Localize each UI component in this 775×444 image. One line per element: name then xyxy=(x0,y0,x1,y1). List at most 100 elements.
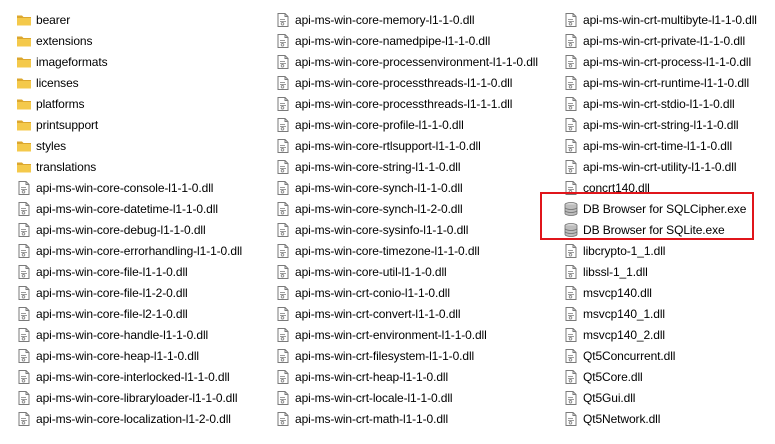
file-item-api-ms-win-core-string-l1-1-0-dll[interactable]: api-ms-win-core-string-l1-1-0.dll xyxy=(275,156,555,177)
dll-file-icon xyxy=(275,159,291,175)
dll-file-icon xyxy=(16,306,32,322)
file-item-api-ms-win-crt-private-l1-1-0-dll[interactable]: api-ms-win-crt-private-l1-1-0.dll xyxy=(563,30,773,51)
file-item-api-ms-win-crt-stdio-l1-1-0-dll[interactable]: api-ms-win-crt-stdio-l1-1-0.dll xyxy=(563,93,773,114)
file-item-imageformats[interactable]: imageformats xyxy=(16,51,266,72)
file-item-label: api-ms-win-core-datetime-l1-1-0.dll xyxy=(36,201,218,216)
file-item-api-ms-win-crt-environment-l1-1-0-dll[interactable]: api-ms-win-crt-environment-l1-1-0.dll xyxy=(275,324,555,345)
file-item-api-ms-win-core-processthreads-l1-1-1-dll[interactable]: api-ms-win-core-processthreads-l1-1-1.dl… xyxy=(275,93,555,114)
file-item-api-ms-win-core-interlocked-l1-1-0-dll[interactable]: api-ms-win-core-interlocked-l1-1-0.dll xyxy=(16,366,266,387)
file-item-label: licenses xyxy=(36,75,79,90)
file-item-api-ms-win-core-rtlsupport-l1-1-0-dll[interactable]: api-ms-win-core-rtlsupport-l1-1-0.dll xyxy=(275,135,555,156)
file-item-qt5gui-dll[interactable]: Qt5Gui.dll xyxy=(563,387,773,408)
file-item-label: api-ms-win-core-sysinfo-l1-1-0.dll xyxy=(295,222,469,237)
file-item-api-ms-win-crt-string-l1-1-0-dll[interactable]: api-ms-win-crt-string-l1-1-0.dll xyxy=(563,114,773,135)
dll-file-icon xyxy=(16,348,32,364)
file-item-styles[interactable]: styles xyxy=(16,135,266,156)
file-item-api-ms-win-crt-locale-l1-1-0-dll[interactable]: api-ms-win-crt-locale-l1-1-0.dll xyxy=(275,387,555,408)
file-item-label: api-ms-win-core-profile-l1-1-0.dll xyxy=(295,117,464,132)
file-item-label: api-ms-win-core-heap-l1-1-0.dll xyxy=(36,348,199,363)
file-item-label: api-ms-win-crt-utility-l1-1-0.dll xyxy=(583,159,737,174)
file-item-qt5concurrent-dll[interactable]: Qt5Concurrent.dll xyxy=(563,345,773,366)
file-item-label: api-ms-win-core-rtlsupport-l1-1-0.dll xyxy=(295,138,481,153)
file-item-api-ms-win-crt-conio-l1-1-0-dll[interactable]: api-ms-win-crt-conio-l1-1-0.dll xyxy=(275,282,555,303)
dll-file-icon xyxy=(16,201,32,217)
dll-file-icon xyxy=(563,369,579,385)
file-item-api-ms-win-crt-heap-l1-1-0-dll[interactable]: api-ms-win-crt-heap-l1-1-0.dll xyxy=(275,366,555,387)
file-item-label: api-ms-win-crt-environment-l1-1-0.dll xyxy=(295,327,487,342)
file-item-api-ms-win-core-console-l1-1-0-dll[interactable]: api-ms-win-core-console-l1-1-0.dll xyxy=(16,177,266,198)
file-item-api-ms-win-core-file-l1-2-0-dll[interactable]: api-ms-win-core-file-l1-2-0.dll xyxy=(16,282,266,303)
file-item-label: api-ms-win-crt-string-l1-1-0.dll xyxy=(583,117,739,132)
file-column-1: bearer extensions imageformats licenses plat… xyxy=(16,9,266,429)
file-item-api-ms-win-crt-runtime-l1-1-0-dll[interactable]: api-ms-win-crt-runtime-l1-1-0.dll xyxy=(563,72,773,93)
file-item-msvcp140-2-dll[interactable]: msvcp140_2.dll xyxy=(563,324,773,345)
dll-file-icon xyxy=(275,222,291,238)
file-item-api-ms-win-crt-utility-l1-1-0-dll[interactable]: api-ms-win-crt-utility-l1-1-0.dll xyxy=(563,156,773,177)
file-item-printsupport[interactable]: printsupport xyxy=(16,114,266,135)
file-item-label: api-ms-win-crt-private-l1-1-0.dll xyxy=(583,33,746,48)
file-item-libssl-1-1-dll[interactable]: libssl-1_1.dll xyxy=(563,261,773,282)
file-item-translations[interactable]: translations xyxy=(16,156,266,177)
file-item-api-ms-win-core-file-l1-1-0-dll[interactable]: api-ms-win-core-file-l1-1-0.dll xyxy=(16,261,266,282)
folder-icon xyxy=(16,96,32,112)
file-item-qt5core-dll[interactable]: Qt5Core.dll xyxy=(563,366,773,387)
dll-file-icon xyxy=(275,201,291,217)
file-item-platforms[interactable]: platforms xyxy=(16,93,266,114)
file-item-label: api-ms-win-core-timezone-l1-1-0.dll xyxy=(295,243,480,258)
file-item-api-ms-win-core-synch-l1-1-0-dll[interactable]: api-ms-win-core-synch-l1-1-0.dll xyxy=(275,177,555,198)
dll-file-icon xyxy=(563,75,579,91)
file-item-label: DB Browser for SQLCipher.exe xyxy=(583,201,747,216)
file-item-api-ms-win-core-errorhandling-l1-1-0-dll[interactable]: api-ms-win-core-errorhandling-l1-1-0.dll xyxy=(16,240,266,261)
file-item-msvcp140-dll[interactable]: msvcp140.dll xyxy=(563,282,773,303)
folder-icon xyxy=(16,159,32,175)
file-item-extensions[interactable]: extensions xyxy=(16,30,266,51)
dll-file-icon xyxy=(16,327,32,343)
file-item-api-ms-win-core-localization-l1-2-0-dll[interactable]: api-ms-win-core-localization-l1-2-0.dll xyxy=(16,408,266,429)
file-item-api-ms-win-crt-multibyte-l1-1-0-dll[interactable]: api-ms-win-crt-multibyte-l1-1-0.dll xyxy=(563,9,773,30)
dll-file-icon xyxy=(275,411,291,427)
file-item-api-ms-win-crt-time-l1-1-0-dll[interactable]: api-ms-win-crt-time-l1-1-0.dll xyxy=(563,135,773,156)
file-item-qt5network-dll[interactable]: Qt5Network.dll xyxy=(563,408,773,429)
dll-file-icon xyxy=(563,54,579,70)
file-item-api-ms-win-core-timezone-l1-1-0-dll[interactable]: api-ms-win-core-timezone-l1-1-0.dll xyxy=(275,240,555,261)
file-item-api-ms-win-core-namedpipe-l1-1-0-dll[interactable]: api-ms-win-core-namedpipe-l1-1-0.dll xyxy=(275,30,555,51)
file-item-api-ms-win-core-util-l1-1-0-dll[interactable]: api-ms-win-core-util-l1-1-0.dll xyxy=(275,261,555,282)
file-item-api-ms-win-crt-convert-l1-1-0-dll[interactable]: api-ms-win-crt-convert-l1-1-0.dll xyxy=(275,303,555,324)
file-item-api-ms-win-core-file-l2-1-0-dll[interactable]: api-ms-win-core-file-l2-1-0.dll xyxy=(16,303,266,324)
file-item-concrt140-dll[interactable]: concrt140.dll xyxy=(563,177,773,198)
file-item-api-ms-win-crt-process-l1-1-0-dll[interactable]: api-ms-win-crt-process-l1-1-0.dll xyxy=(563,51,773,72)
file-item-msvcp140-1-dll[interactable]: msvcp140_1.dll xyxy=(563,303,773,324)
file-item-bearer[interactable]: bearer xyxy=(16,9,266,30)
file-item-api-ms-win-core-sysinfo-l1-1-0-dll[interactable]: api-ms-win-core-sysinfo-l1-1-0.dll xyxy=(275,219,555,240)
file-item-db-browser-for-sqlcipher-exe[interactable]: DB Browser for SQLCipher.exe xyxy=(563,198,773,219)
file-item-api-ms-win-crt-filesystem-l1-1-0-dll[interactable]: api-ms-win-crt-filesystem-l1-1-0.dll xyxy=(275,345,555,366)
file-item-api-ms-win-core-processenvironment-l1-1-0-dll[interactable]: api-ms-win-core-processenvironment-l1-1-… xyxy=(275,51,555,72)
file-item-label: api-ms-win-core-libraryloader-l1-1-0.dll xyxy=(36,390,238,405)
file-item-db-browser-for-sqlite-exe[interactable]: DB Browser for SQLite.exe xyxy=(563,219,773,240)
file-item-api-ms-win-core-synch-l1-2-0-dll[interactable]: api-ms-win-core-synch-l1-2-0.dll xyxy=(275,198,555,219)
file-item-api-ms-win-core-heap-l1-1-0-dll[interactable]: api-ms-win-core-heap-l1-1-0.dll xyxy=(16,345,266,366)
file-item-label: Qt5Concurrent.dll xyxy=(583,348,676,363)
file-item-label: api-ms-win-core-errorhandling-l1-1-0.dll xyxy=(36,243,243,258)
file-item-label: api-ms-win-core-processenvironment-l1-1-… xyxy=(295,54,538,69)
dll-file-icon xyxy=(275,327,291,343)
dll-file-icon xyxy=(275,54,291,70)
file-item-label: api-ms-win-crt-heap-l1-1-0.dll xyxy=(295,369,449,384)
file-item-api-ms-win-core-datetime-l1-1-0-dll[interactable]: api-ms-win-core-datetime-l1-1-0.dll xyxy=(16,198,266,219)
file-item-label: imageformats xyxy=(36,54,108,69)
file-item-label: api-ms-win-core-util-l1-1-0.dll xyxy=(295,264,447,279)
file-item-api-ms-win-core-debug-l1-1-0-dll[interactable]: api-ms-win-core-debug-l1-1-0.dll xyxy=(16,219,266,240)
file-item-api-ms-win-core-profile-l1-1-0-dll[interactable]: api-ms-win-core-profile-l1-1-0.dll xyxy=(275,114,555,135)
folder-icon xyxy=(16,54,32,70)
file-item-label: api-ms-win-core-handle-l1-1-0.dll xyxy=(36,327,209,342)
file-item-api-ms-win-core-processthreads-l1-1-0-dll[interactable]: api-ms-win-core-processthreads-l1-1-0.dl… xyxy=(275,72,555,93)
file-item-libcrypto-1-1-dll[interactable]: libcrypto-1_1.dll xyxy=(563,240,773,261)
file-item-api-ms-win-core-libraryloader-l1-1-0-dll[interactable]: api-ms-win-core-libraryloader-l1-1-0.dll xyxy=(16,387,266,408)
file-item-api-ms-win-crt-math-l1-1-0-dll[interactable]: api-ms-win-crt-math-l1-1-0.dll xyxy=(275,408,555,429)
file-item-label: libssl-1_1.dll xyxy=(583,264,648,279)
file-item-api-ms-win-core-handle-l1-1-0-dll[interactable]: api-ms-win-core-handle-l1-1-0.dll xyxy=(16,324,266,345)
file-item-label: api-ms-win-crt-stdio-l1-1-0.dll xyxy=(583,96,735,111)
file-item-licenses[interactable]: licenses xyxy=(16,72,266,93)
file-item-api-ms-win-core-memory-l1-1-0-dll[interactable]: api-ms-win-core-memory-l1-1-0.dll xyxy=(275,9,555,30)
file-item-label: platforms xyxy=(36,96,85,111)
